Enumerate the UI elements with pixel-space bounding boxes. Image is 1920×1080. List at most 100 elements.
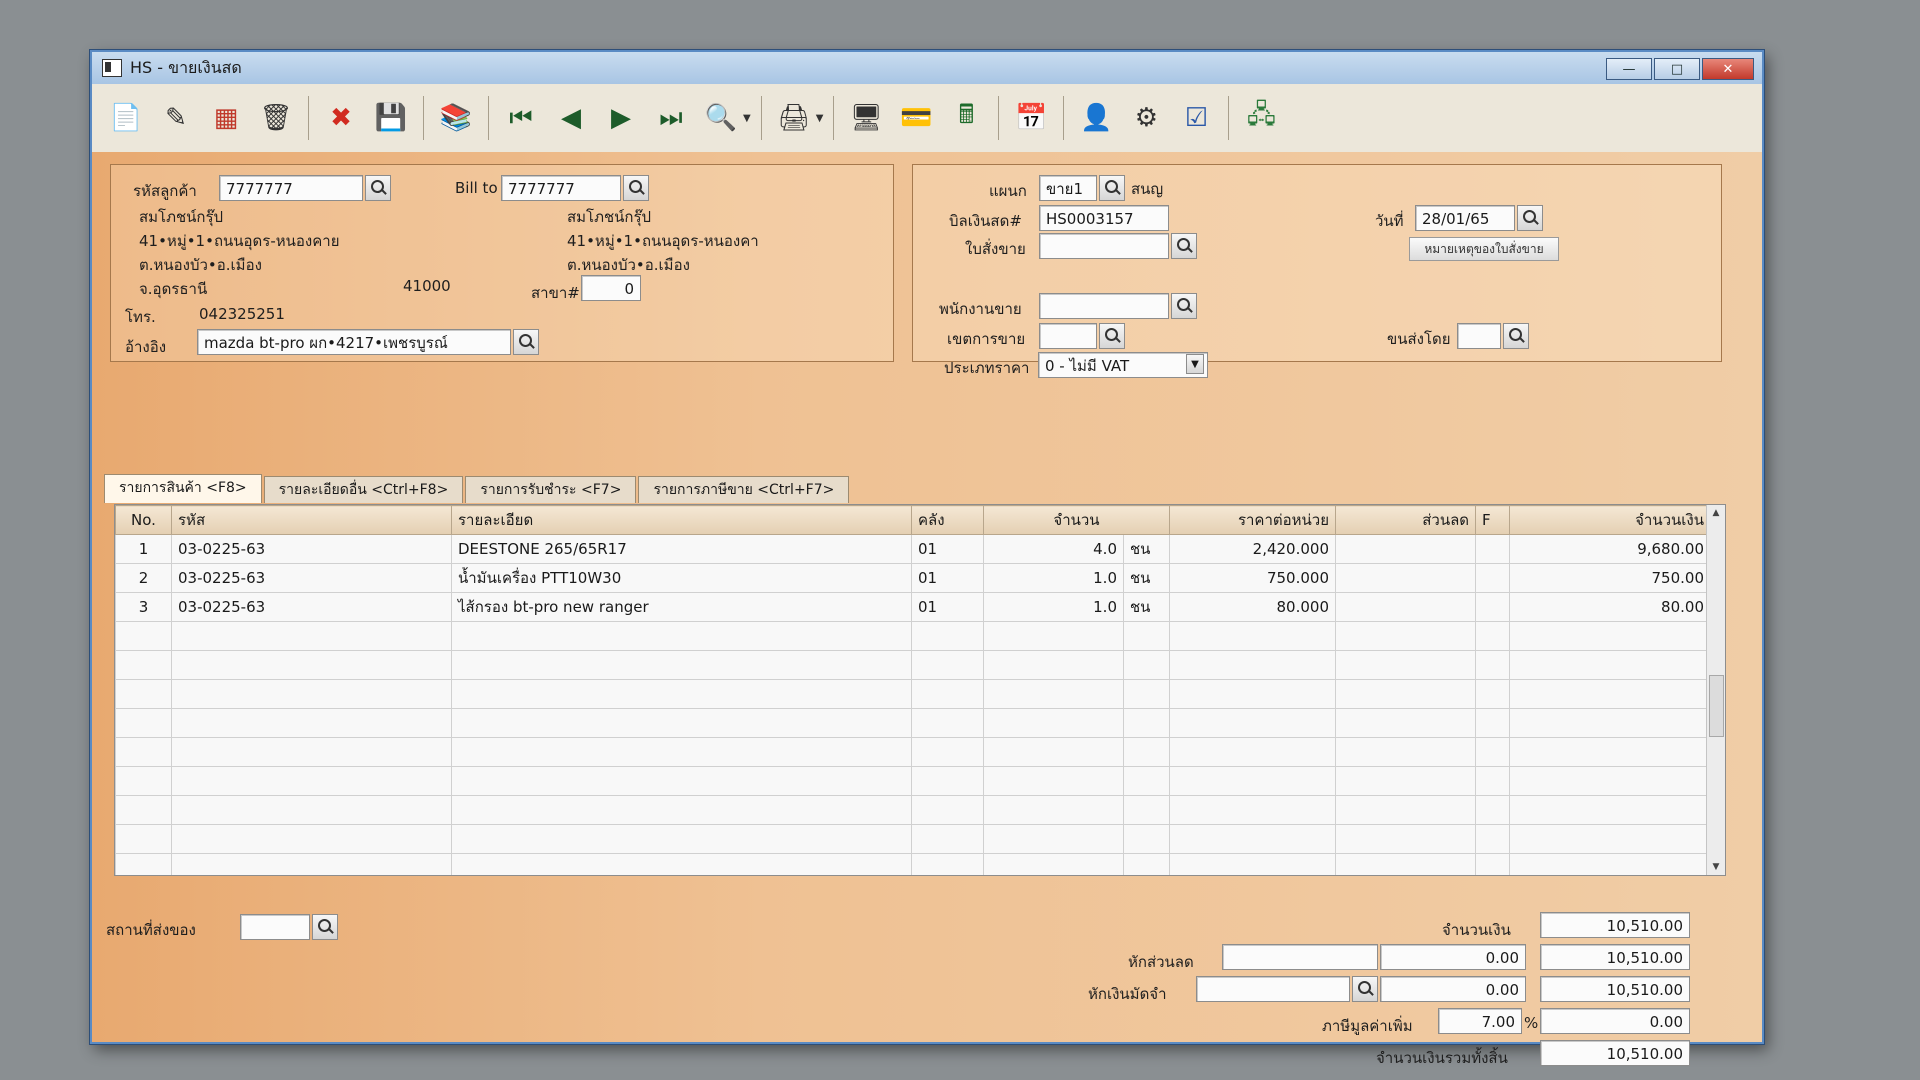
- find-icon[interactable]: 🔍: [699, 95, 743, 141]
- maximize-button[interactable]: □: [1654, 58, 1700, 80]
- minimize-button[interactable]: —: [1606, 58, 1652, 80]
- column-header-unit-price[interactable]: ราคาต่อหน่วย: [1169, 505, 1336, 535]
- scroll-down-icon[interactable]: ▼: [1707, 859, 1725, 875]
- row-warehouse[interactable]: 01: [911, 563, 984, 593]
- row-unit-price[interactable]: 750.000: [1169, 563, 1336, 593]
- row-quantity[interactable]: 1.0: [983, 563, 1124, 593]
- table-row[interactable]: 3 03-0225-63 ไส้กรอง bt-pro new ranger 0…: [115, 592, 1711, 622]
- price-type-dropdown-icon[interactable]: ▼: [1186, 354, 1204, 374]
- books-icon[interactable]: 📚: [434, 95, 478, 141]
- row-f[interactable]: [1475, 592, 1510, 622]
- row-discount[interactable]: [1335, 592, 1476, 622]
- row-warehouse[interactable]: 01: [911, 534, 984, 564]
- column-header-no[interactable]: No.: [115, 505, 172, 535]
- empty-row[interactable]: [115, 766, 1711, 796]
- vat-rate-input[interactable]: 7.00: [1438, 1008, 1522, 1034]
- department-search-icon[interactable]: [1099, 175, 1125, 201]
- tab-payments[interactable]: รายการรับชำระ <F7>: [465, 476, 637, 503]
- column-header-warehouse[interactable]: คลัง: [911, 505, 984, 535]
- row-description[interactable]: ไส้กรอง bt-pro new ranger: [451, 592, 912, 622]
- customer-code-input[interactable]: 7777777: [219, 175, 363, 201]
- price-type-select[interactable]: 0 - ไม่มี VAT: [1038, 352, 1208, 378]
- row-description[interactable]: น้ำมันเครื่อง PTT10W30: [451, 563, 912, 593]
- ship-by-search-icon[interactable]: [1503, 323, 1529, 349]
- find-dropdown-icon[interactable]: ▼: [743, 113, 751, 124]
- calendar-icon[interactable]: 📅: [1009, 95, 1053, 141]
- date-input[interactable]: 28/01/65: [1415, 205, 1515, 231]
- cancel-icon[interactable]: ✖: [319, 95, 363, 141]
- sales-order-input[interactable]: [1039, 233, 1169, 259]
- sales-order-note-button[interactable]: หมายเหตุของใบสั่งขาย: [1409, 237, 1559, 261]
- empty-row[interactable]: [115, 737, 1711, 767]
- deposit-search-icon[interactable]: [1352, 976, 1378, 1002]
- empty-row[interactable]: [115, 824, 1711, 854]
- save-icon[interactable]: 💾: [369, 95, 413, 141]
- tab-other-details[interactable]: รายละเอียดอื่น <Ctrl+F8>: [263, 476, 464, 503]
- row-quantity[interactable]: 4.0: [983, 534, 1124, 564]
- department-input[interactable]: ขาย1: [1039, 175, 1097, 201]
- void-icon[interactable]: ▦: [204, 95, 248, 141]
- scroll-thumb[interactable]: [1709, 675, 1724, 737]
- row-f[interactable]: [1475, 563, 1510, 593]
- calculator-icon[interactable]: 🖩: [944, 95, 988, 141]
- sales-order-search-icon[interactable]: [1171, 233, 1197, 259]
- customer-search-icon[interactable]: [365, 175, 391, 201]
- row-unit-price[interactable]: 2,420.000: [1169, 534, 1336, 564]
- row-unit-price[interactable]: 80.000: [1169, 592, 1336, 622]
- column-header-f[interactable]: F: [1475, 505, 1510, 535]
- sales-zone-input[interactable]: [1039, 323, 1097, 349]
- row-warehouse[interactable]: 01: [911, 592, 984, 622]
- bill-to-code-input[interactable]: 7777777: [501, 175, 621, 201]
- column-header-discount[interactable]: ส่วนลด: [1335, 505, 1476, 535]
- column-header-quantity[interactable]: จำนวน: [983, 505, 1170, 535]
- tab-sales-tax[interactable]: รายการภาษีขาย <Ctrl+F7>: [638, 476, 850, 503]
- deposit-text-input[interactable]: [1196, 976, 1350, 1002]
- row-code[interactable]: 03-0225-63: [171, 534, 452, 564]
- branch-input[interactable]: 0: [581, 275, 641, 301]
- empty-row[interactable]: [115, 621, 1711, 651]
- row-discount[interactable]: [1335, 563, 1476, 593]
- last-record-icon[interactable]: ⏭: [649, 95, 693, 141]
- tab-product-items[interactable]: รายการสินค้า <F8>: [104, 474, 262, 503]
- salesman-search-icon[interactable]: [1171, 293, 1197, 319]
- empty-row[interactable]: [115, 679, 1711, 709]
- row-code[interactable]: 03-0225-63: [171, 592, 452, 622]
- approve-user-icon[interactable]: 👤: [1074, 95, 1118, 141]
- print-icon[interactable]: 🖨: [772, 95, 816, 141]
- empty-row[interactable]: [115, 795, 1711, 825]
- column-header-amount[interactable]: จำนวนเงิน: [1509, 505, 1711, 535]
- row-quantity[interactable]: 1.0: [983, 592, 1124, 622]
- column-header-code[interactable]: รหัส: [171, 505, 452, 535]
- discount-input[interactable]: 0.00: [1380, 944, 1526, 970]
- date-picker-icon[interactable]: [1517, 205, 1543, 231]
- tools-icon[interactable]: ⚙: [1124, 95, 1168, 141]
- reference-input[interactable]: mazda bt-pro ผก•4217•เพชรบูรณ์: [197, 329, 511, 355]
- cash-bill-input[interactable]: HS0003157: [1039, 205, 1169, 231]
- scroll-up-icon[interactable]: ▲: [1707, 505, 1725, 521]
- first-record-icon[interactable]: ⏮: [499, 95, 543, 141]
- row-discount[interactable]: [1335, 534, 1476, 564]
- bill-to-search-icon[interactable]: [623, 175, 649, 201]
- reference-search-icon[interactable]: [513, 329, 539, 355]
- edit-document-icon[interactable]: ✎: [154, 95, 198, 141]
- salesman-input[interactable]: [1039, 293, 1169, 319]
- title-bar[interactable]: HS - ขายเงินสด — □ ✕: [92, 52, 1762, 84]
- table-row[interactable]: 1 03-0225-63 DEESTONE 265/65R17 01 4.0 ช…: [115, 534, 1711, 564]
- close-button[interactable]: ✕: [1702, 58, 1754, 80]
- sales-zone-search-icon[interactable]: [1099, 323, 1125, 349]
- ship-place-input[interactable]: [240, 914, 310, 940]
- report-screen-icon[interactable]: 🖥: [844, 95, 888, 141]
- network-icon[interactable]: 🖧: [1239, 95, 1283, 141]
- table-row[interactable]: 2 03-0225-63 น้ำมันเครื่อง PTT10W30 01 1…: [115, 563, 1711, 593]
- empty-row[interactable]: [115, 650, 1711, 680]
- row-code[interactable]: 03-0225-63: [171, 563, 452, 593]
- ship-place-search-icon[interactable]: [312, 914, 338, 940]
- confirm-ok-icon[interactable]: ☑: [1174, 95, 1218, 141]
- next-record-icon[interactable]: ▶: [599, 95, 643, 141]
- row-f[interactable]: [1475, 534, 1510, 564]
- ship-by-input[interactable]: [1457, 323, 1501, 349]
- deposit-input[interactable]: 0.00: [1380, 976, 1526, 1002]
- column-header-description[interactable]: รายละเอียด: [451, 505, 912, 535]
- card-icon[interactable]: 💳: [894, 95, 938, 141]
- print-dropdown-icon[interactable]: ▼: [816, 113, 824, 124]
